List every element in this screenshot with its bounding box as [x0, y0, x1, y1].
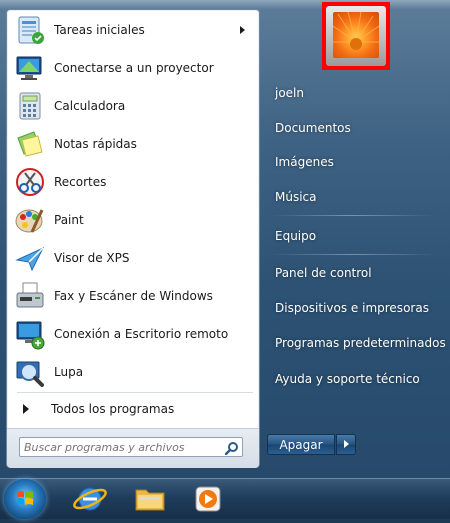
documents-link[interactable]: Documentos — [270, 115, 440, 141]
snipping-tool-icon — [14, 166, 46, 198]
paint-icon — [14, 204, 46, 236]
program-label: Conectarse a un proyector — [54, 61, 214, 75]
program-label: Tareas iniciales — [54, 23, 145, 37]
user-name-link[interactable]: joeln — [270, 80, 440, 106]
right-item-label: Ayuda y soporte técnico — [275, 372, 420, 386]
program-label: Fax y Escáner de Windows — [54, 289, 213, 303]
default-programs-link[interactable]: Programas predeterminados — [270, 330, 446, 356]
all-programs-arrow-icon — [23, 404, 29, 414]
right-item-label: Imágenes — [275, 155, 334, 169]
program-label: Paint — [54, 213, 84, 227]
devices-printers-link[interactable]: Dispositivos e impresoras — [270, 295, 440, 321]
getting-started-icon — [14, 14, 46, 46]
xps-viewer-icon — [14, 242, 46, 274]
search-input[interactable] — [19, 437, 243, 457]
user-picture[interactable] — [326, 6, 386, 66]
right-divider — [270, 215, 436, 216]
internet-explorer-icon[interactable] — [62, 481, 118, 517]
program-item-magnifier[interactable]: Lupa — [10, 354, 255, 390]
magnifier-icon — [14, 356, 46, 388]
help-support-link[interactable]: Ayuda y soporte técnico — [270, 366, 440, 392]
program-label: Recortes — [54, 175, 107, 189]
right-item-label: Programas predeterminados — [275, 336, 446, 350]
start-orb-icon[interactable] — [4, 479, 46, 519]
submenu-arrow-icon — [240, 26, 245, 34]
program-label: Notas rápidas — [54, 137, 137, 151]
projector-icon — [14, 52, 46, 84]
program-item-projector[interactable]: Conectarse a un proyector — [10, 50, 255, 86]
chevron-right-icon — [344, 440, 349, 448]
program-item-sticky-notes[interactable]: Notas rápidas — [10, 126, 255, 162]
program-item-paint[interactable]: Paint — [10, 202, 255, 238]
control-panel-link[interactable]: Panel de control — [270, 260, 440, 286]
remote-desktop-icon — [14, 318, 46, 350]
programs-pane: Tareas iniciales Conectarse a un proyect… — [6, 9, 260, 468]
right-item-label: Equipo — [275, 229, 317, 243]
taskbar — [0, 478, 450, 519]
fax-scanner-icon — [14, 280, 46, 312]
program-item-calculator[interactable]: Calculadora — [10, 88, 255, 124]
right-item-label: Música — [275, 190, 317, 204]
program-label: Visor de XPS — [54, 251, 130, 265]
all-programs-label: Todos los programas — [51, 402, 175, 416]
all-programs-button[interactable]: Todos los programas — [11, 398, 255, 420]
computer-link[interactable]: Equipo — [270, 223, 440, 249]
pictures-link[interactable]: Imágenes — [270, 149, 440, 175]
program-item-getting-started[interactable]: Tareas iniciales — [10, 12, 255, 48]
start-menu: Tareas iniciales Conectarse a un proyect… — [0, 0, 450, 478]
media-player-icon[interactable] — [180, 481, 236, 517]
search-icon[interactable] — [224, 440, 239, 456]
right-divider — [270, 254, 436, 255]
shutdown-button[interactable]: Apagar — [267, 434, 335, 455]
right-item-label: Panel de control — [275, 266, 372, 280]
program-label: Calculadora — [54, 99, 126, 113]
program-item-fax-scanner[interactable]: Fax y Escáner de Windows — [10, 278, 255, 314]
right-item-label: Dispositivos e impresoras — [275, 301, 429, 315]
program-item-remote-desktop[interactable]: Conexión a Escritorio remoto — [10, 316, 255, 352]
search-area — [7, 428, 259, 468]
calculator-icon — [14, 90, 46, 122]
flower-picture-icon — [332, 11, 380, 58]
shutdown-label: Apagar — [279, 437, 323, 452]
all-programs-divider — [17, 392, 253, 393]
program-label: Lupa — [54, 365, 84, 379]
right-item-label: Documentos — [275, 121, 351, 135]
program-item-snipping-tool[interactable]: Recortes — [10, 164, 255, 200]
user-picture-highlight — [322, 2, 390, 70]
shutdown-options-button[interactable] — [336, 434, 356, 455]
right-item-label: joeln — [275, 86, 304, 100]
windows-explorer-icon[interactable] — [122, 481, 178, 517]
program-label: Conexión a Escritorio remoto — [54, 327, 229, 341]
sticky-notes-icon — [14, 128, 46, 160]
program-item-xps-viewer[interactable]: Visor de XPS — [10, 240, 255, 276]
music-link[interactable]: Música — [270, 184, 440, 210]
